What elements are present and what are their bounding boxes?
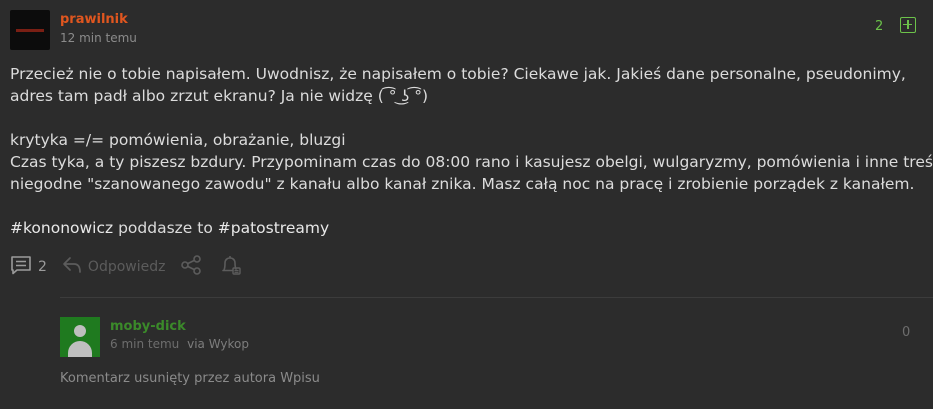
author-avatar[interactable] <box>10 10 50 50</box>
avatar-silhouette-head <box>74 325 86 337</box>
author-name[interactable]: prawilnik <box>60 12 128 27</box>
post-line: Czas tyka, a ty piszesz bzdury. Przypomi… <box>10 153 933 171</box>
share-icon[interactable] <box>180 255 202 279</box>
comment-author-name[interactable]: moby-dick <box>110 319 186 334</box>
avatar-silhouette-body <box>68 341 92 357</box>
comment-time: 6 min temu <box>110 337 180 351</box>
action-bar: 2 Odpowiedz <box>10 255 242 279</box>
comment-count[interactable]: 2 <box>38 259 47 275</box>
tags-line: #kononowicz poddasze to #patostreamy <box>10 217 925 239</box>
reply-icon[interactable] <box>62 256 82 278</box>
post-line: niegodne "szanowanego zawodu" z kanału a… <box>10 175 915 193</box>
avatar-logo <box>16 28 44 32</box>
post-line: Przecież nie o tobie napisałem. Uwodnisz… <box>10 65 906 83</box>
comment-avatar[interactable] <box>60 317 100 357</box>
post-line: adres tam padł albo zrzut ekranu? Ja nie… <box>10 87 429 105</box>
tags-middle-text: poddasze to <box>113 219 218 237</box>
divider <box>60 297 933 298</box>
comment-meta: 6 min temu via Wykop <box>110 337 249 351</box>
plus-vote-button[interactable] <box>900 17 916 33</box>
tag-link[interactable]: #patostreamy <box>218 219 329 237</box>
comment-vote-count: 0 <box>902 325 911 340</box>
notification-bell-icon[interactable] <box>220 255 242 279</box>
post-line: krytyka =/= pomówienia, obrażanie, bluzg… <box>10 131 346 149</box>
post-time: 12 min temu <box>60 31 137 45</box>
comments-icon[interactable] <box>10 255 32 279</box>
post-body: Przecież nie o tobie napisałem. Uwodnisz… <box>10 63 933 239</box>
tag-link[interactable]: #kononowicz <box>10 219 113 237</box>
comment-deleted-text: Komentarz usunięty przez autora Wpisu <box>60 371 320 386</box>
reply-button[interactable]: Odpowiedz <box>88 259 166 275</box>
comment-via: via Wykop <box>187 337 249 351</box>
vote-count: 2 <box>875 19 884 34</box>
